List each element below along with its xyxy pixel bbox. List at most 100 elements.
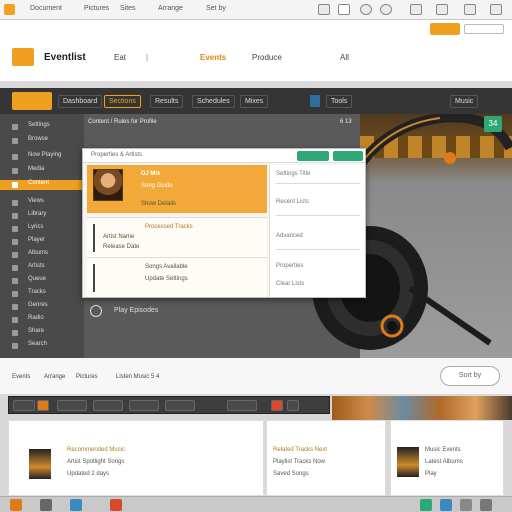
tab-dashboard[interactable]: Dashboard (58, 95, 103, 108)
menu-item-arrange[interactable]: Arrange (158, 5, 183, 12)
window-restore-icon[interactable] (436, 4, 448, 15)
logo-icon[interactable] (12, 48, 34, 66)
toolbar-button[interactable] (129, 400, 159, 411)
toolbar-button[interactable] (57, 400, 87, 411)
sidebar-item[interactable]: Queue (12, 276, 72, 286)
menu-item-sites[interactable]: Sites (120, 5, 136, 12)
row-title: Songs Available (145, 264, 188, 270)
album-thumbnail[interactable] (397, 447, 419, 477)
close-icon[interactable] (490, 4, 502, 15)
sort-button[interactable]: Sort by (440, 366, 500, 386)
toolbar-button[interactable] (287, 400, 299, 411)
sidebar-item[interactable]: Albums (12, 250, 72, 260)
list-item[interactable]: Processed Tracks Artist Name Release Dat… (87, 217, 267, 257)
toolbar-button[interactable] (93, 400, 123, 411)
image-strip[interactable] (332, 396, 512, 420)
player-icon (12, 239, 18, 245)
sidebar-item[interactable]: Radio (12, 315, 72, 325)
window-maximize-icon[interactable] (464, 4, 476, 15)
taskbar-app-icon[interactable] (420, 499, 432, 511)
tab-bar: Dashboard Sections Results Schedules Mix… (0, 88, 512, 114)
lower-card[interactable]: Related Tracks Next Playlist Tracks Now … (266, 420, 386, 496)
taskbar-app-icon[interactable] (70, 499, 82, 511)
panel-action-button[interactable] (297, 151, 329, 161)
nav-link-events[interactable]: Events (200, 53, 226, 62)
sidebar-item[interactable]: Settings (12, 122, 72, 132)
crumb-arrange[interactable]: Arrange (44, 374, 65, 380)
sidebar-item[interactable]: Genres (12, 302, 72, 312)
sidebar-item-active[interactable]: Content (0, 180, 84, 190)
lyrics-icon (12, 226, 18, 232)
sidebar-item[interactable]: Now Playing (12, 152, 72, 162)
nav-link-eat[interactable]: Eat (114, 53, 126, 62)
option-advanced[interactable]: Advanced (276, 233, 303, 239)
header-accent-button[interactable] (430, 23, 460, 35)
sidebar-item[interactable]: Search (12, 341, 72, 351)
nav-link-all[interactable]: All (340, 53, 349, 62)
app-bar: Eventlist Eat | Events Produce All (0, 40, 512, 82)
taskbar-app-icon[interactable] (40, 499, 52, 511)
breadcrumb-path[interactable]: Content / Rules for Profile (88, 119, 157, 125)
tab-sections[interactable]: Sections (104, 95, 141, 108)
taskbar-app-icon[interactable] (110, 499, 122, 511)
tab-mixes[interactable]: Mixes (240, 95, 269, 108)
stop-icon[interactable] (271, 400, 283, 411)
tab-home[interactable] (12, 92, 52, 110)
taskbar-app-icon[interactable] (440, 499, 452, 511)
sidebar-item[interactable]: Lyrics (12, 224, 72, 234)
panel-save-button[interactable] (333, 151, 363, 161)
user-icon[interactable] (410, 4, 422, 15)
app-logo-text[interactable]: Eventlist (44, 52, 86, 63)
sidebar-item[interactable]: Media (12, 166, 72, 176)
content-icon (12, 182, 18, 188)
play-icon[interactable] (90, 305, 102, 317)
lower-card[interactable]: Recommended Music Artist Spotlight Songs… (8, 420, 264, 496)
sidebar-item[interactable]: Views (12, 198, 72, 208)
gear-icon[interactable] (360, 4, 372, 15)
sidebar-item[interactable]: Player (12, 237, 72, 247)
breadcrumb: Content / Rules for Profile 6 13 (84, 116, 364, 130)
option-settings[interactable]: Settings Title (276, 171, 310, 177)
crumb-events[interactable]: Events (12, 374, 30, 380)
option-properties[interactable]: Properties (276, 263, 303, 269)
toolbar-button[interactable] (165, 400, 195, 411)
player-label[interactable]: Play Episodes (114, 307, 158, 314)
album-thumbnail[interactable] (29, 449, 51, 479)
sidebar-item[interactable]: Tracks (12, 289, 72, 299)
badge-count[interactable]: 34 (484, 116, 502, 132)
window-icon[interactable] (318, 4, 330, 15)
tab-results[interactable]: Results (150, 95, 184, 108)
menu-item-set-by[interactable]: Set by (206, 5, 226, 12)
crumb-pictures[interactable]: Pictures (76, 374, 98, 380)
sidebar-item[interactable]: Share (12, 328, 72, 338)
lower-card-subtitle: Playlist Tracks Now (273, 459, 326, 465)
list-item[interactable]: Songs Available Update Settings (87, 257, 267, 297)
lower-card[interactable]: Music Events Latest Albums Play (390, 420, 504, 496)
app-icon[interactable] (4, 4, 15, 15)
tab-music[interactable]: Music (450, 95, 479, 108)
taskbar (0, 496, 512, 512)
sidebar-item[interactable]: Library (12, 211, 72, 221)
tab-schedules[interactable]: Schedules (192, 95, 235, 108)
menu-item-document[interactable]: Document (30, 5, 62, 12)
option-clear[interactable]: Clear Lists (276, 281, 304, 287)
taskbar-app-icon[interactable] (460, 499, 472, 511)
settings-icon[interactable] (380, 4, 392, 15)
tab-tools[interactable]: Tools (326, 95, 353, 108)
lower-card-subtitle: Artist Spotlight Songs (67, 459, 125, 465)
sidebar-item[interactable]: Browse (12, 136, 72, 146)
sidebar-item[interactable]: Artists (12, 263, 72, 273)
header-control-group[interactable] (464, 24, 504, 34)
image-icon[interactable] (338, 4, 350, 15)
lower-card-subtitle: Latest Albums (425, 459, 463, 465)
taskbar-app-icon[interactable] (480, 499, 492, 511)
toolbar-button[interactable] (13, 400, 35, 411)
lower-card-meta: Updated 2 days (67, 471, 110, 477)
nav-link-produce[interactable]: Produce (252, 53, 282, 62)
toolbar-button[interactable] (227, 400, 257, 411)
record-icon[interactable] (37, 400, 49, 411)
crumb-listen[interactable]: Listen Music 5 4 (116, 374, 159, 380)
start-icon[interactable] (10, 499, 22, 511)
menu-item-pictures[interactable]: Pictures (84, 5, 109, 12)
option-recent[interactable]: Recent Lists (276, 199, 309, 205)
